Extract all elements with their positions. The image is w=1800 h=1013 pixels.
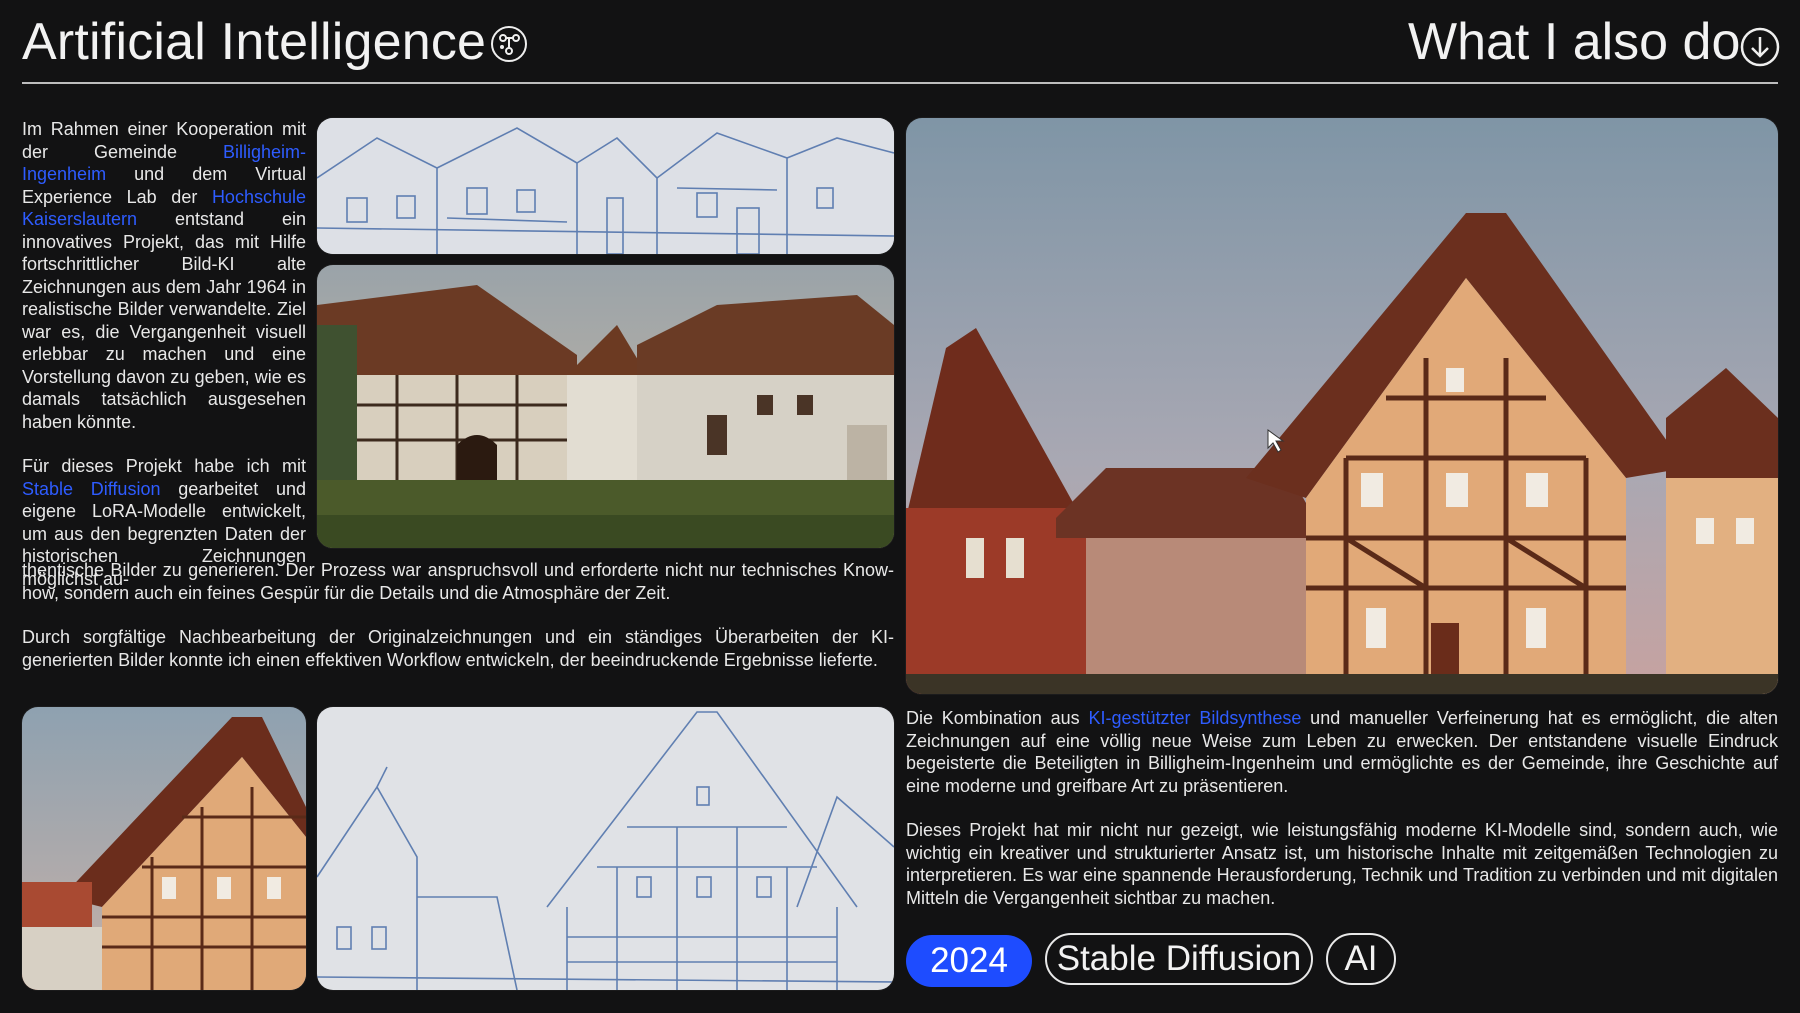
intro-paragraph-1: Im Rahmen einer Kooperation mit der Geme… (22, 119, 306, 432)
tag-year[interactable]: 2024 (906, 935, 1032, 987)
tag-stable-diffusion[interactable]: Stable Diffusion (1045, 933, 1313, 985)
ai-network-icon (490, 25, 528, 63)
workflow-paragraph: Durch sorgfältige Nachbearbeitung der Or… (22, 627, 894, 670)
stable-diffusion-link[interactable]: Stable Diffusion (22, 479, 160, 499)
page-title: Artificial Intelligence (22, 13, 487, 71)
sketch-image-top (317, 118, 894, 254)
courtyard-photo (317, 265, 894, 548)
intro-text: Im Rahmen einer Kooperation mit der Geme… (22, 118, 306, 590)
timber-frame-photo-small (22, 707, 306, 990)
result-paragraph-1: Die Kombination aus KI-gestützter Bildsy… (906, 708, 1778, 796)
process-text: thentische Bilder zu generieren. Der Pro… (22, 559, 894, 671)
arrow-down-circle-icon[interactable] (1740, 27, 1780, 67)
timber-frame-photo-large (906, 118, 1778, 694)
process-paragraph: thentische Bilder zu generieren. Der Pro… (22, 560, 894, 603)
result-text: Die Kombination aus KI-gestützter Bildsy… (906, 707, 1778, 909)
header-divider (22, 82, 1778, 84)
what-i-also-do-link[interactable]: What I also do (1408, 12, 1740, 72)
tag-ai[interactable]: AI (1326, 933, 1396, 985)
ki-bildsynthese-link[interactable]: KI-gestützter Bildsynthese (1088, 708, 1301, 728)
sketch-image-bottom (317, 707, 894, 990)
result-paragraph-2: Dieses Projekt hat mir nicht nur gezeigt… (906, 820, 1778, 908)
